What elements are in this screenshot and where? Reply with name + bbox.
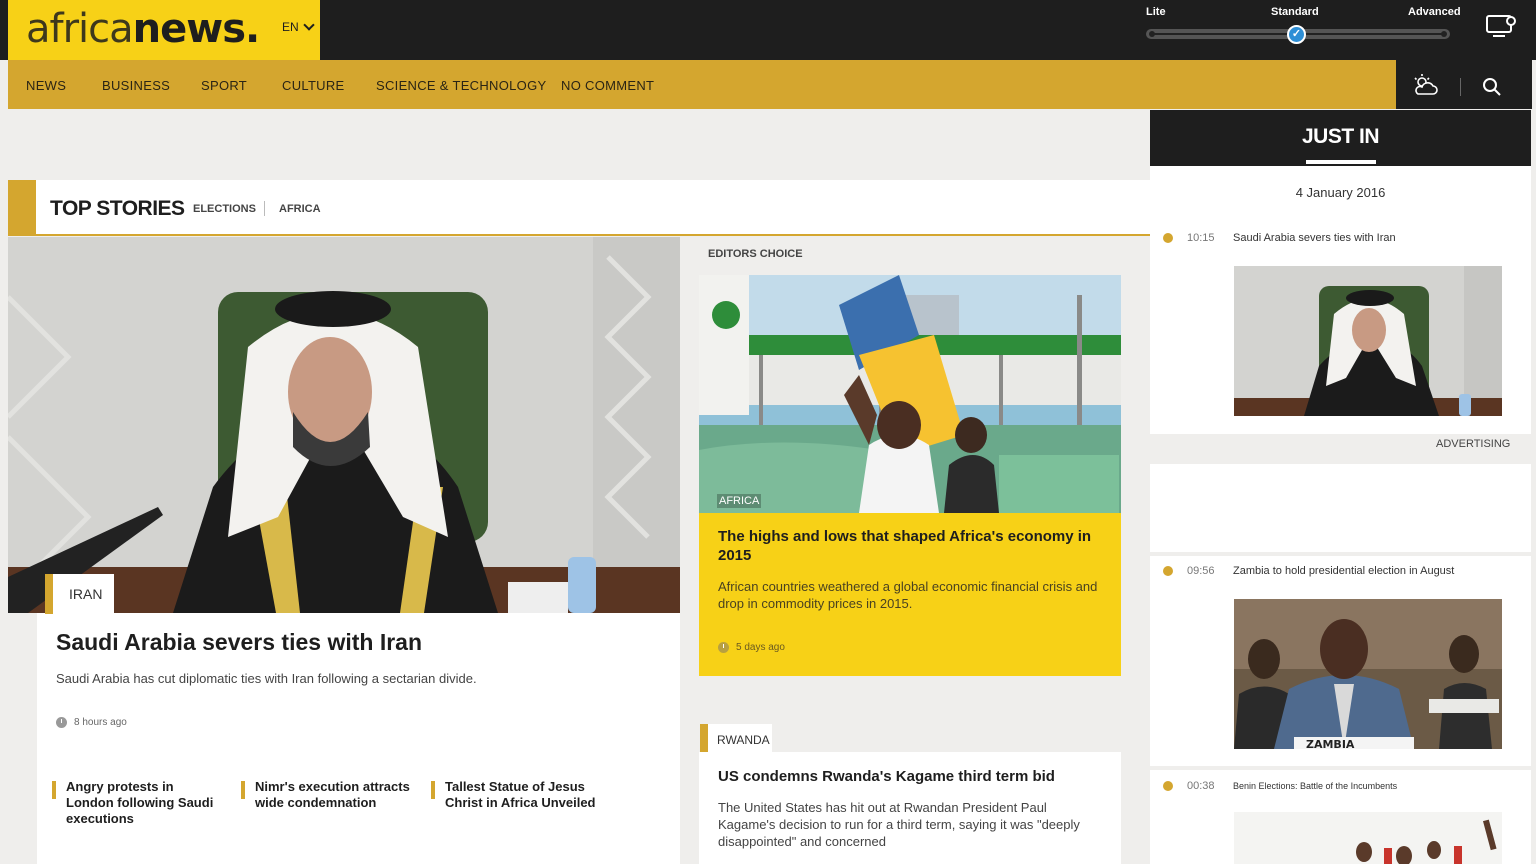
main-story-tag-label: IRAN <box>69 586 103 602</box>
weather-icon[interactable] <box>1412 73 1440 97</box>
slider-stop-advanced <box>1441 31 1447 37</box>
nav-item-no-comment[interactable]: NO COMMENT <box>561 78 654 93</box>
editors-choice-time-label: 5 days ago <box>736 642 785 653</box>
language-label: EN <box>282 20 299 34</box>
just-in-headline[interactable]: Benin Elections: Battle of the Incumbent… <box>1233 781 1397 791</box>
clock-icon <box>56 717 67 728</box>
just-in-thumbnail[interactable] <box>1234 812 1502 864</box>
main-story-image[interactable] <box>8 237 680 613</box>
language-selector[interactable]: EN <box>282 19 315 34</box>
just-in-item[interactable]: 09:56 Zambia to hold presidential electi… <box>1163 565 1454 577</box>
just-in-photo: ZAMBIA <box>1234 599 1502 749</box>
main-story-photo <box>8 237 680 613</box>
top-stories-title: TOP STORIES <box>50 197 185 220</box>
editors-choice-photo <box>699 275 1121 513</box>
mode-advanced-label[interactable]: Advanced <box>1408 6 1461 18</box>
top-stories-bar: TOP STORIES ELECTIONS AFRICA <box>8 180 1150 236</box>
nav-item-news[interactable]: NEWS <box>26 78 66 93</box>
editors-choice-time: 5 days ago <box>718 642 785 653</box>
just-in-photo <box>1234 266 1502 416</box>
nav-tools-divider <box>1460 78 1461 96</box>
logo-prefix: africa <box>26 6 134 52</box>
tab-elections[interactable]: ELECTIONS <box>193 203 256 215</box>
main-nav: NEWS BUSINESS SPORT CULTURE SCIENCE & TE… <box>8 60 1396 109</box>
rwanda-story-title[interactable]: US condemns Rwanda's Kagame third term b… <box>718 768 1055 785</box>
nav-tools <box>1396 60 1532 109</box>
slider-stop-lite <box>1149 31 1155 37</box>
just-in-time: 10:15 <box>1187 232 1215 244</box>
editors-choice-image[interactable] <box>699 275 1121 513</box>
rwanda-story-tag[interactable]: RWANDA <box>700 724 772 752</box>
device-settings-icon[interactable] <box>1485 13 1517 39</box>
top-stories-divider <box>264 201 265 216</box>
tag-accent <box>45 574 53 614</box>
nav-item-sport[interactable]: SPORT <box>201 78 247 93</box>
related-story-link[interactable]: Angry protests in London following Saudi… <box>52 779 222 827</box>
just-in-date: 4 January 2016 <box>1295 185 1386 200</box>
editors-choice-description: African countries weathered a global eco… <box>718 579 1098 611</box>
just-in-time: 00:38 <box>1187 780 1215 792</box>
mode-lite-label[interactable]: Lite <box>1146 6 1166 18</box>
tab-africa[interactable]: AFRICA <box>279 203 321 215</box>
editors-choice-category[interactable]: AFRICA <box>717 494 762 508</box>
just-in-underline <box>1306 160 1376 164</box>
just-in-thumbnail[interactable]: ZAMBIA <box>1234 599 1502 749</box>
just-in-time: 09:56 <box>1187 565 1215 577</box>
mode-standard-label[interactable]: Standard <box>1271 6 1319 18</box>
rwanda-story-tag-label: RWANDA <box>717 733 770 747</box>
chevron-down-icon <box>303 19 315 31</box>
just-in-thumbnail[interactable] <box>1234 266 1502 416</box>
related-story-link[interactable]: Tallest Statue of Jesus Christ in Africa… <box>431 779 601 811</box>
just-in-headline[interactable]: Saudi Arabia severs ties with Iran <box>1233 232 1396 244</box>
editors-choice-title[interactable]: The highs and lows that shaped Africa's … <box>718 527 1108 565</box>
top-stories-accent <box>8 180 36 236</box>
rwanda-story-description: The United States has hit out at Rwandan… <box>718 800 1080 849</box>
nav-item-culture[interactable]: CULTURE <box>282 78 345 93</box>
just-in-item[interactable]: 00:38 Benin Elections: Battle of the Inc… <box>1163 780 1397 792</box>
bullet-dot-icon <box>1163 233 1173 243</box>
tag-accent <box>700 724 708 752</box>
advertising-label: ADVERTISING <box>1436 438 1511 450</box>
bullet-dot-icon <box>1163 566 1173 576</box>
just-in-photo <box>1234 812 1502 864</box>
logo-suffix: news. <box>132 6 261 52</box>
zambia-placard: ZAMBIA <box>1306 738 1355 749</box>
related-story-link[interactable]: Nimr's execution attracts wide condemnat… <box>241 779 411 811</box>
search-icon[interactable] <box>1482 77 1502 97</box>
logo-box[interactable]: africanews. EN <box>8 0 320 60</box>
just-in-item[interactable]: 10:15 Saudi Arabia severs ties with Iran <box>1163 232 1396 244</box>
main-story-time: 8 hours ago <box>56 717 127 728</box>
main-story-tag[interactable]: IRAN <box>45 574 114 614</box>
nav-item-business[interactable]: BUSINESS <box>102 78 170 93</box>
main-story-description: Saudi Arabia has cut diplomatic ties wit… <box>56 671 477 686</box>
advertising-slot[interactable] <box>1150 464 1531 552</box>
just-in-headline[interactable]: Zambia to hold presidential election in … <box>1233 565 1454 577</box>
nav-item-science-technology[interactable]: SCIENCE & TECHNOLOGY <box>376 78 546 93</box>
just-in-header: JUST IN <box>1150 110 1531 166</box>
site-logo[interactable]: africanews. <box>26 6 261 52</box>
mode-slider-knob[interactable]: ✓ <box>1287 25 1306 44</box>
main-story-title[interactable]: Saudi Arabia severs ties with Iran <box>56 629 422 656</box>
just-in-title: JUST IN <box>1301 125 1380 148</box>
main-story-time-label: 8 hours ago <box>74 717 127 728</box>
bullet-dot-icon <box>1163 781 1173 791</box>
clock-icon <box>718 642 729 653</box>
editors-choice-label: EDITORS CHOICE <box>708 248 803 260</box>
